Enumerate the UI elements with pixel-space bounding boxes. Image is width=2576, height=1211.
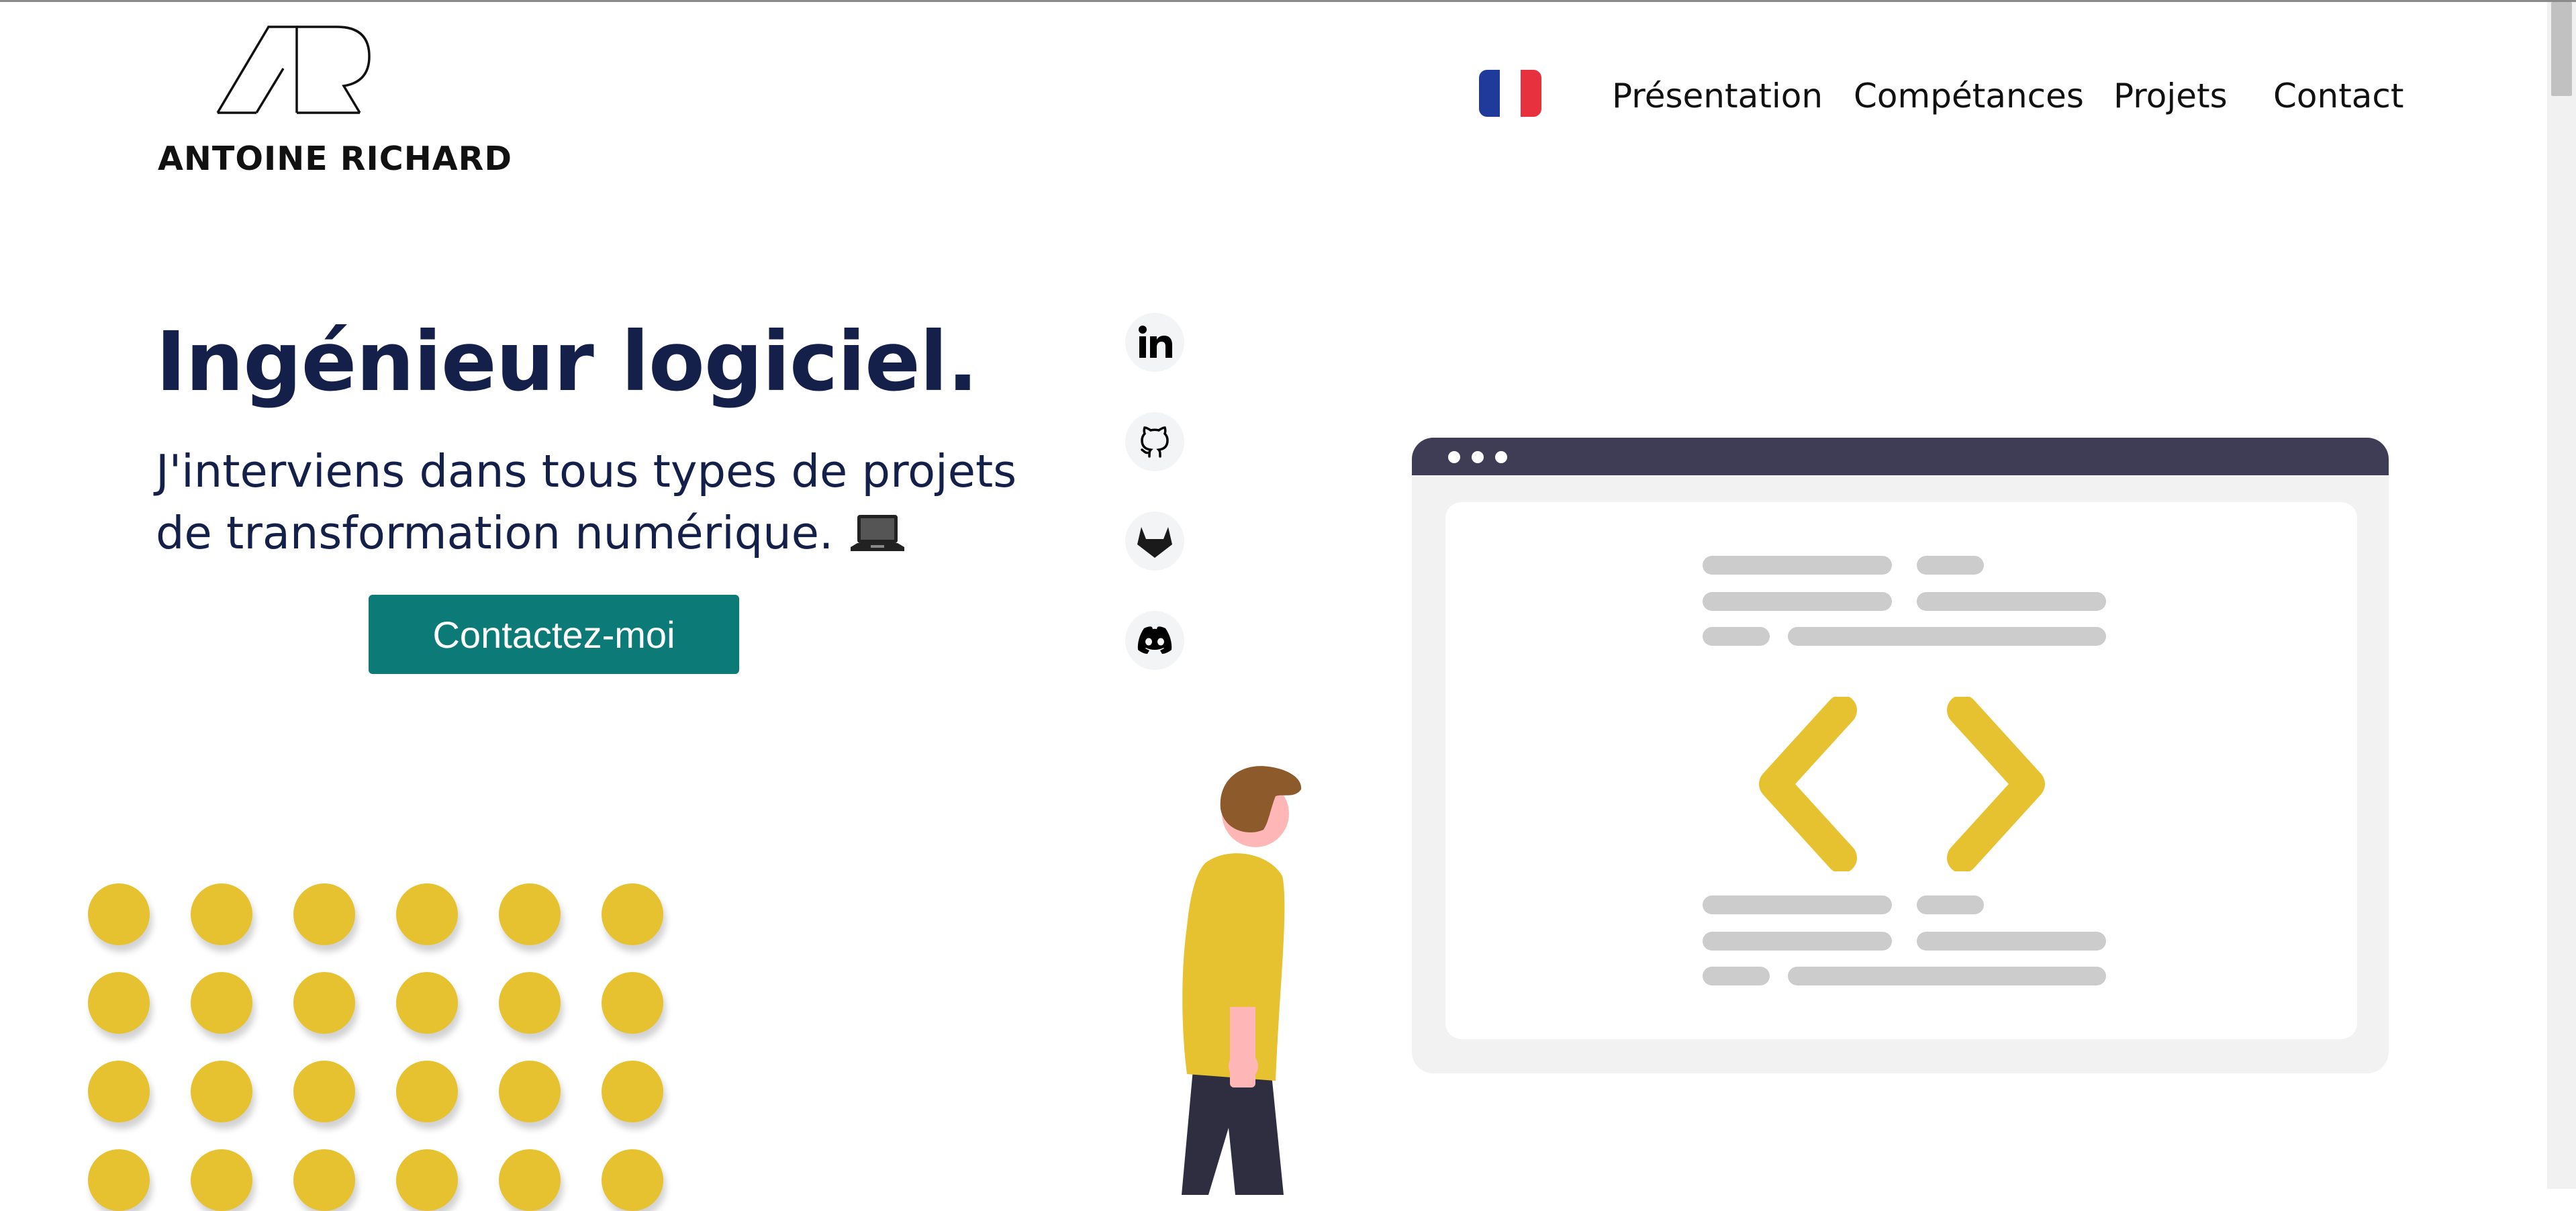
placeholder-line xyxy=(1917,592,2106,611)
nav-link-projets[interactable]: Projets xyxy=(2113,77,2228,115)
placeholder-line xyxy=(1703,967,1770,985)
ar-monogram-icon xyxy=(216,26,371,114)
decorative-dot xyxy=(88,972,150,1034)
decorative-dot xyxy=(602,883,663,945)
nav-link-contact[interactable]: Contact xyxy=(2273,77,2404,115)
placeholder-line xyxy=(1788,967,2106,985)
decorative-dot xyxy=(396,1149,458,1211)
decorative-dot xyxy=(602,1149,663,1211)
decorative-dot xyxy=(396,883,458,945)
placeholder-line xyxy=(1703,592,1892,611)
decorative-dot xyxy=(191,972,252,1034)
decorative-dot xyxy=(396,972,458,1034)
hero-title: Ingénieur logiciel. xyxy=(156,314,978,409)
decorative-dot xyxy=(88,883,150,945)
decorative-dot xyxy=(293,972,355,1034)
laptop-icon xyxy=(851,507,905,569)
decorative-dot xyxy=(602,1061,663,1122)
browser-dot xyxy=(1448,451,1460,463)
placeholder-line xyxy=(1917,556,1984,575)
nav-link-presentation[interactable]: Présentation xyxy=(1612,77,1823,115)
decorative-dot xyxy=(88,1061,150,1122)
github-icon[interactable] xyxy=(1125,412,1184,471)
scrollbar-thumb[interactable] xyxy=(2551,2,2572,96)
placeholder-line xyxy=(1703,556,1892,575)
code-brackets-icon xyxy=(1759,697,2045,871)
decorative-dot xyxy=(191,1149,252,1211)
decorative-dot xyxy=(499,1061,561,1122)
decorative-dot xyxy=(293,1061,355,1122)
decorative-dot xyxy=(88,1149,150,1211)
decorative-dot xyxy=(499,883,561,945)
browser-titlebar xyxy=(1412,438,2389,475)
brand-name: ANTOINE RICHARD xyxy=(158,140,513,178)
decorative-dot xyxy=(499,972,561,1034)
linkedin-icon[interactable] xyxy=(1125,313,1184,372)
page-scrollbar[interactable] xyxy=(2547,2,2576,1189)
decorative-dot xyxy=(293,883,355,945)
placeholder-line xyxy=(1703,895,1892,914)
nav-link-competences[interactable]: Compétances xyxy=(1854,77,2084,115)
browser-dot xyxy=(1495,451,1507,463)
browser-dot xyxy=(1472,451,1484,463)
browser-window-illustration xyxy=(1412,438,2389,1073)
placeholder-line xyxy=(1917,932,2106,951)
browser-content-panel xyxy=(1445,502,2357,1039)
hero-subtitle: J'interviens dans tous types de projets … xyxy=(156,440,1029,569)
french-flag-icon[interactable] xyxy=(1479,70,1541,117)
contact-me-button[interactable]: Contactez-moi xyxy=(369,595,739,674)
gitlab-icon[interactable] xyxy=(1125,512,1184,571)
discord-icon[interactable] xyxy=(1125,611,1184,670)
decorative-dot xyxy=(602,972,663,1034)
decorative-dot xyxy=(396,1061,458,1122)
placeholder-line xyxy=(1703,932,1892,951)
window-top-border xyxy=(0,0,2576,2)
placeholder-line xyxy=(1788,627,2106,646)
placeholder-line xyxy=(1917,895,1984,914)
site-logo[interactable]: ANTOINE RICHARD xyxy=(156,24,512,178)
placeholder-line xyxy=(1703,627,1770,646)
decorative-dot xyxy=(191,1061,252,1122)
person-illustration xyxy=(1168,752,1323,1198)
decorative-dot xyxy=(293,1149,355,1211)
decorative-dot xyxy=(499,1149,561,1211)
decorative-dot xyxy=(191,883,252,945)
